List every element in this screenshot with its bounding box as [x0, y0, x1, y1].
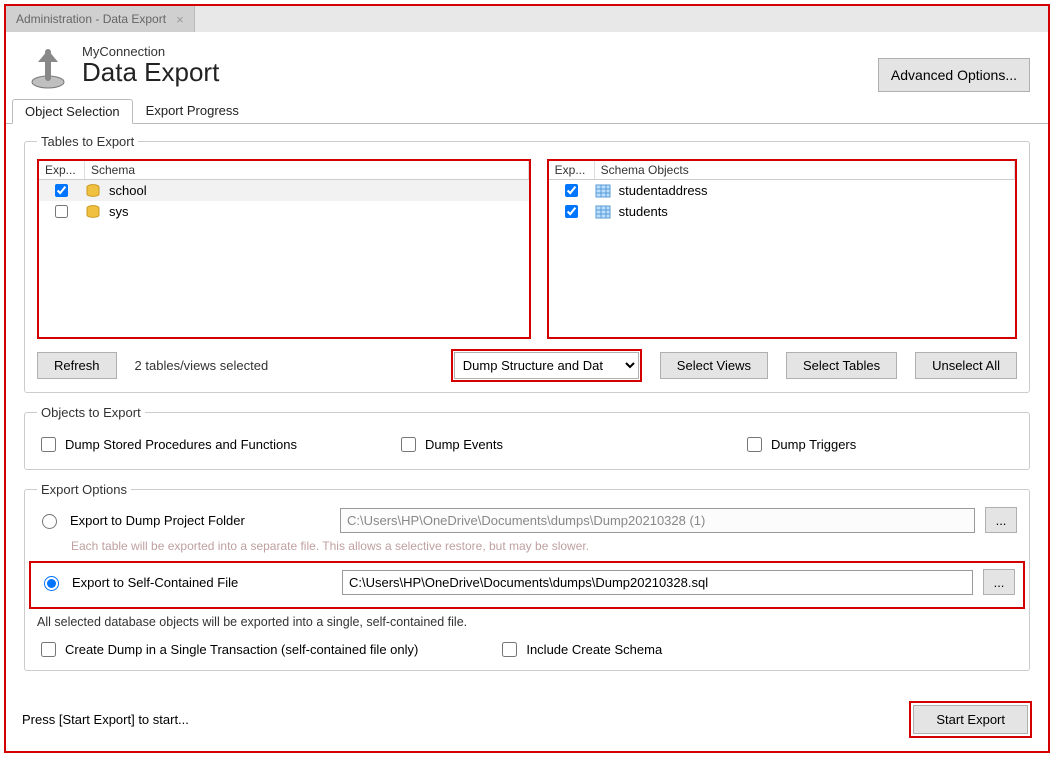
export-self-row: Export to Self-Contained File ...: [39, 569, 1015, 595]
database-icon: [85, 205, 103, 219]
export-project-label: Export to Dump Project Folder: [70, 513, 330, 528]
advanced-options-button[interactable]: Advanced Options...: [878, 58, 1030, 92]
export-options-group: Export Options Export to Dump Project Fo…: [24, 482, 1030, 671]
tables-to-export-legend: Tables to Export: [37, 134, 138, 149]
footer-hint: Press [Start Export] to start...: [22, 712, 189, 727]
dump-procs-option[interactable]: Dump Stored Procedures and Functions: [37, 434, 297, 455]
app-window: Administration - Data Export × MyConnect…: [4, 4, 1050, 753]
unselect-all-button[interactable]: Unselect All: [915, 352, 1017, 379]
schema-header-export[interactable]: Exp...: [39, 161, 85, 179]
document-tab-title: Administration - Data Export: [16, 12, 166, 26]
tab-export-progress[interactable]: Export Progress: [133, 98, 252, 123]
sub-tab-bar: Object Selection Export Progress: [6, 98, 1048, 124]
document-tab[interactable]: Administration - Data Export ×: [6, 6, 195, 32]
include-create-schema-option[interactable]: Include Create Schema: [498, 639, 662, 660]
document-tab-strip: Administration - Data Export ×: [6, 6, 1048, 32]
table-row[interactable]: students: [549, 201, 1015, 222]
schema-name: sys: [109, 204, 129, 219]
table-checkbox[interactable]: [565, 184, 578, 197]
project-path-input: [340, 508, 975, 533]
table-icon: [595, 184, 613, 198]
refresh-button[interactable]: Refresh: [37, 352, 117, 379]
table-checkbox[interactable]: [565, 205, 578, 218]
single-transaction-checkbox[interactable]: [41, 642, 56, 657]
start-export-button[interactable]: Start Export: [913, 705, 1028, 734]
schema-checkbox[interactable]: [55, 184, 68, 197]
include-create-schema-checkbox[interactable]: [502, 642, 517, 657]
export-icon: [24, 44, 72, 92]
export-project-radio[interactable]: [42, 514, 57, 529]
footer: Press [Start Export] to start... Start E…: [6, 693, 1048, 750]
project-browse-button[interactable]: ...: [985, 507, 1017, 533]
schema-row[interactable]: school: [39, 180, 529, 201]
self-browse-button[interactable]: ...: [983, 569, 1015, 595]
export-project-row: Export to Dump Project Folder ...: [37, 507, 1017, 533]
selection-status: 2 tables/views selected: [135, 358, 269, 373]
objects-header-export[interactable]: Exp...: [549, 161, 595, 179]
objects-list[interactable]: Exp... Schema Objects studentaddress: [547, 159, 1017, 339]
export-options-legend: Export Options: [37, 482, 131, 497]
objects-to-export-legend: Objects to Export: [37, 405, 145, 420]
dump-events-checkbox[interactable]: [401, 437, 416, 452]
database-icon: [85, 184, 103, 198]
table-row[interactable]: studentaddress: [549, 180, 1015, 201]
dump-events-option[interactable]: Dump Events: [397, 434, 503, 455]
tables-to-export-group: Tables to Export Exp... Schema school: [24, 134, 1030, 393]
project-hint: Each table will be exported into a separ…: [71, 539, 1017, 553]
table-icon: [595, 205, 613, 219]
export-self-label: Export to Self-Contained File: [72, 575, 332, 590]
objects-header-objects[interactable]: Schema Objects: [595, 161, 1015, 179]
dump-triggers-checkbox[interactable]: [747, 437, 762, 452]
tab-object-selection[interactable]: Object Selection: [12, 99, 133, 124]
close-icon[interactable]: ×: [176, 12, 184, 27]
select-tables-button[interactable]: Select Tables: [786, 352, 897, 379]
dump-procs-checkbox[interactable]: [41, 437, 56, 452]
self-description: All selected database objects will be ex…: [37, 615, 1017, 629]
table-name: students: [619, 204, 668, 219]
objects-to-export-group: Objects to Export Dump Stored Procedures…: [24, 405, 1030, 470]
select-views-button[interactable]: Select Views: [660, 352, 768, 379]
dump-triggers-option[interactable]: Dump Triggers: [743, 434, 856, 455]
table-name: studentaddress: [619, 183, 708, 198]
schema-list[interactable]: Exp... Schema school: [37, 159, 531, 339]
export-self-radio[interactable]: [44, 576, 59, 591]
schema-checkbox[interactable]: [55, 205, 68, 218]
page-header: MyConnection Data Export Advanced Option…: [6, 32, 1048, 100]
page-title: Data Export: [82, 57, 219, 88]
schema-row[interactable]: sys: [39, 201, 529, 222]
schema-header-schema[interactable]: Schema: [85, 161, 529, 179]
schema-name: school: [109, 183, 147, 198]
dump-content-select[interactable]: Dump Structure and Dat: [454, 352, 639, 379]
single-transaction-option[interactable]: Create Dump in a Single Transaction (sel…: [37, 639, 418, 660]
self-path-input[interactable]: [342, 570, 973, 595]
